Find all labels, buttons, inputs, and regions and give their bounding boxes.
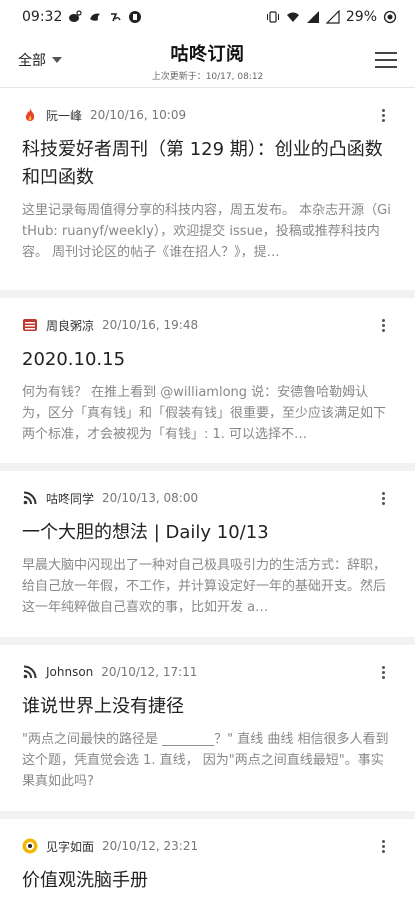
feed-item[interactable]: 咕咚同学 20/10/13, 08:00 一个大胆的想法 | Daily 10/… (0, 471, 415, 645)
feed-list: 阮一峰 20/10/16, 10:09 科技爱好者周刊（第 129 期）：创业的… (0, 88, 415, 909)
item-date: 20/10/12, 23:21 (102, 839, 199, 853)
item-author: 周良粥凉 (46, 318, 95, 333)
more-options-icon[interactable] (373, 837, 393, 855)
item-author: 见字如面 (46, 839, 95, 854)
item-date: 20/10/16, 10:09 (90, 108, 187, 122)
vibrate-icon (266, 10, 280, 24)
status-bar: 09:32 29% (0, 0, 415, 34)
item-meta: 见字如面 20/10/12, 23:21 (22, 837, 393, 855)
item-title[interactable]: 科技爱好者周刊（第 129 期）：创业的凸函数和凹函数 (22, 136, 393, 192)
weibo-icon (68, 10, 82, 24)
menu-icon[interactable] (375, 49, 399, 71)
book-icon (22, 317, 38, 333)
item-title[interactable]: 价值观洗脑手册 (22, 867, 393, 895)
more-options-icon[interactable] (373, 663, 393, 681)
feed-item[interactable]: 阮一峰 20/10/16, 10:09 科技爱好者周刊（第 129 期）：创业的… (0, 88, 415, 298)
app-icon (128, 10, 142, 24)
fire-icon (22, 107, 38, 123)
item-title[interactable]: 一个大胆的想法 | Daily 10/13 (22, 519, 393, 547)
status-time: 09:32 (22, 9, 63, 25)
more-options-icon[interactable] (373, 316, 393, 334)
wifi-icon (286, 10, 300, 24)
item-author: 咕咚同学 (46, 491, 95, 506)
avatar-icon (22, 838, 38, 854)
battery-icon (383, 10, 397, 24)
item-summary: 早晨大脑中闪现出了一种对自己极具吸引力的生活方式：辞职，给自己放一年假，不工作，… (22, 558, 387, 615)
item-author: 阮一峰 (46, 108, 83, 123)
last-updated: 上次更新于：10/17, 08:12 (151, 72, 264, 82)
item-date: 20/10/16, 19:48 (102, 318, 199, 332)
item-title[interactable]: 谁说世界上没有捷径 (22, 693, 393, 721)
no-sim-icon (325, 10, 340, 24)
feed-item[interactable]: 见字如面 20/10/12, 23:21 价值观洗脑手册 (0, 819, 415, 909)
page-title: 咕咚订阅 (170, 44, 245, 65)
battery-percent: 29% (345, 9, 377, 25)
more-options-icon[interactable] (373, 106, 393, 124)
item-meta: 咕咚同学 20/10/13, 08:00 (22, 489, 393, 507)
item-summary: 这里记录每周值得分享的科技内容，周五发布。 本杂志开源（GitHub: ruan… (22, 203, 391, 260)
signal-icon (306, 10, 320, 24)
notification-icon (108, 10, 122, 24)
item-author: Johnson (46, 665, 94, 679)
item-title[interactable]: 2020.10.15 (22, 346, 393, 374)
item-date: 20/10/13, 08:00 (102, 491, 199, 505)
rss-icon (22, 490, 38, 506)
item-meta: 周良粥凉 20/10/16, 19:48 (22, 316, 393, 334)
item-summary: "两点之间最快的路径是 ________？" 直线 曲线 相信很多人看到这个题，… (22, 732, 389, 789)
title-block: 咕咚订阅 上次更新于：10/17, 08:12 (0, 40, 415, 82)
item-meta: Johnson 20/10/12, 17:11 (22, 663, 393, 681)
item-date: 20/10/12, 17:11 (101, 665, 198, 679)
bird-icon (88, 10, 102, 24)
item-summary: 何为有钱？ 在推上看到 @williamlong 说：安德鲁哈勒姆认为，区分「真… (22, 385, 387, 442)
feed-item[interactable]: Johnson 20/10/12, 17:11 谁说世界上没有捷径 "两点之间最… (0, 645, 415, 819)
item-meta: 阮一峰 20/10/16, 10:09 (22, 106, 393, 124)
feed-item[interactable]: 周良粥凉 20/10/16, 19:48 2020.10.15 何为有钱？ 在推… (0, 298, 415, 471)
app-bar: 全部 咕咚订阅 上次更新于：10/17, 08:12 (0, 34, 415, 88)
rss-icon (22, 664, 38, 680)
more-options-icon[interactable] (373, 489, 393, 507)
